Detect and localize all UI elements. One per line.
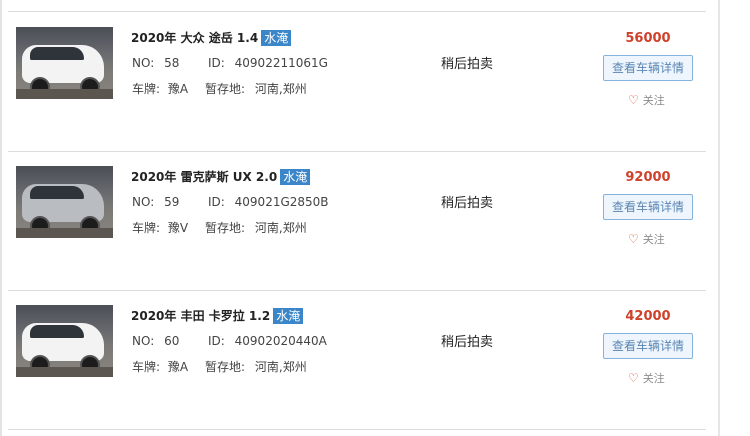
listing-id: ID: 409021G2850B: [208, 195, 329, 209]
follow-button[interactable]: ♡ 关注: [628, 231, 665, 247]
car-glass-shape: [30, 186, 84, 199]
no-label: NO:: [132, 195, 155, 209]
listing-price: 56000: [625, 31, 671, 46]
listing-row: 2020年 雷克萨斯 UX 2.0 水淹 NO: 59 ID: 409021G28…: [0, 151, 718, 290]
heart-icon: ♡: [628, 371, 639, 385]
location-value: 河南,郑州: [254, 82, 307, 96]
no-value: 59: [164, 195, 180, 209]
auction-status: 稍后拍卖: [441, 196, 494, 211]
location-value: 河南,郑州: [254, 360, 307, 374]
no-label: NO:: [132, 56, 155, 70]
listing-title[interactable]: 2020年 大众 途岳 1.4 水淹: [131, 29, 292, 46]
listing-plate: 车牌: 豫A: [132, 80, 188, 97]
listing-title-text[interactable]: 2020年 大众 途岳 1.4: [131, 31, 258, 45]
id-value: 409021G2850B: [234, 195, 329, 209]
ground-shape: [16, 367, 113, 377]
id-value: 40902020440A: [234, 334, 327, 348]
listing-price: 92000: [625, 170, 671, 185]
car-photo[interactable]: [16, 305, 113, 377]
listing-id: ID: 40902020440A: [208, 334, 327, 348]
listing-no: NO: 58: [132, 56, 179, 70]
listing-title-text[interactable]: 2020年 丰田 卡罗拉 1.2: [131, 309, 270, 323]
location-value: 河南,郑州: [254, 221, 307, 235]
car-photo[interactable]: [16, 27, 113, 99]
no-label: NO:: [132, 334, 155, 348]
listing-row: 2020年 丰田 卡罗拉 1.2 水淹 NO: 60 ID: 4090202044…: [0, 290, 718, 429]
plate-label: 车牌:: [132, 360, 161, 374]
listing-plate: 车牌: 豫V: [132, 219, 188, 236]
page-gutter: [720, 0, 750, 436]
follow-label: 关注: [642, 94, 665, 107]
row-divider: [8, 429, 706, 430]
follow-button[interactable]: ♡ 关注: [628, 370, 665, 386]
auction-status: 稍后拍卖: [441, 57, 494, 72]
view-details-button[interactable]: 查看车辆详情: [603, 55, 693, 81]
listing-location: 暂存地: 河南,郑州: [205, 219, 307, 236]
heart-icon: ♡: [628, 93, 639, 107]
listing-title-text[interactable]: 2020年 雷克萨斯 UX 2.0: [131, 170, 277, 184]
id-label: ID:: [208, 56, 225, 70]
id-label: ID:: [208, 195, 225, 209]
location-label: 暂存地:: [205, 82, 246, 96]
listing-title[interactable]: 2020年 雷克萨斯 UX 2.0 水淹: [131, 168, 311, 185]
condition-tag: 水淹: [273, 308, 304, 324]
follow-label: 关注: [642, 233, 665, 246]
follow-label: 关注: [642, 372, 665, 385]
listing-no: NO: 60: [132, 334, 179, 348]
plate-label: 车牌:: [132, 82, 161, 96]
location-label: 暂存地:: [205, 360, 246, 374]
listing-id: ID: 40902211061G: [208, 56, 328, 70]
plate-value: 豫V: [167, 221, 189, 235]
ground-shape: [16, 228, 113, 238]
listing-row: 2020年 大众 途岳 1.4 水淹 NO: 58 ID: 40902211061…: [0, 12, 718, 151]
plate-label: 车牌:: [132, 221, 161, 235]
auction-status: 稍后拍卖: [441, 335, 494, 350]
plate-value: 豫A: [167, 360, 189, 374]
heart-icon: ♡: [628, 232, 639, 246]
listing-plate: 车牌: 豫A: [132, 358, 188, 375]
car-glass-shape: [30, 47, 84, 60]
id-value: 40902211061G: [234, 56, 328, 70]
listing-no: NO: 59: [132, 195, 179, 209]
follow-button[interactable]: ♡ 关注: [628, 92, 665, 108]
listing-location: 暂存地: 河南,郑州: [205, 358, 307, 375]
location-label: 暂存地:: [205, 221, 246, 235]
condition-tag: 水淹: [261, 30, 292, 46]
listing-price: 42000: [625, 309, 671, 324]
listing-title[interactable]: 2020年 丰田 卡罗拉 1.2 水淹: [131, 307, 304, 324]
view-details-button[interactable]: 查看车辆详情: [603, 333, 693, 359]
condition-tag: 水淹: [280, 169, 311, 185]
ground-shape: [16, 89, 113, 99]
no-value: 58: [164, 56, 180, 70]
no-value: 60: [164, 334, 180, 348]
car-photo[interactable]: [16, 166, 113, 238]
car-glass-shape: [30, 325, 84, 338]
plate-value: 豫A: [167, 82, 189, 96]
id-label: ID:: [208, 334, 225, 348]
listing-location: 暂存地: 河南,郑州: [205, 80, 307, 97]
view-details-button[interactable]: 查看车辆详情: [603, 194, 693, 220]
